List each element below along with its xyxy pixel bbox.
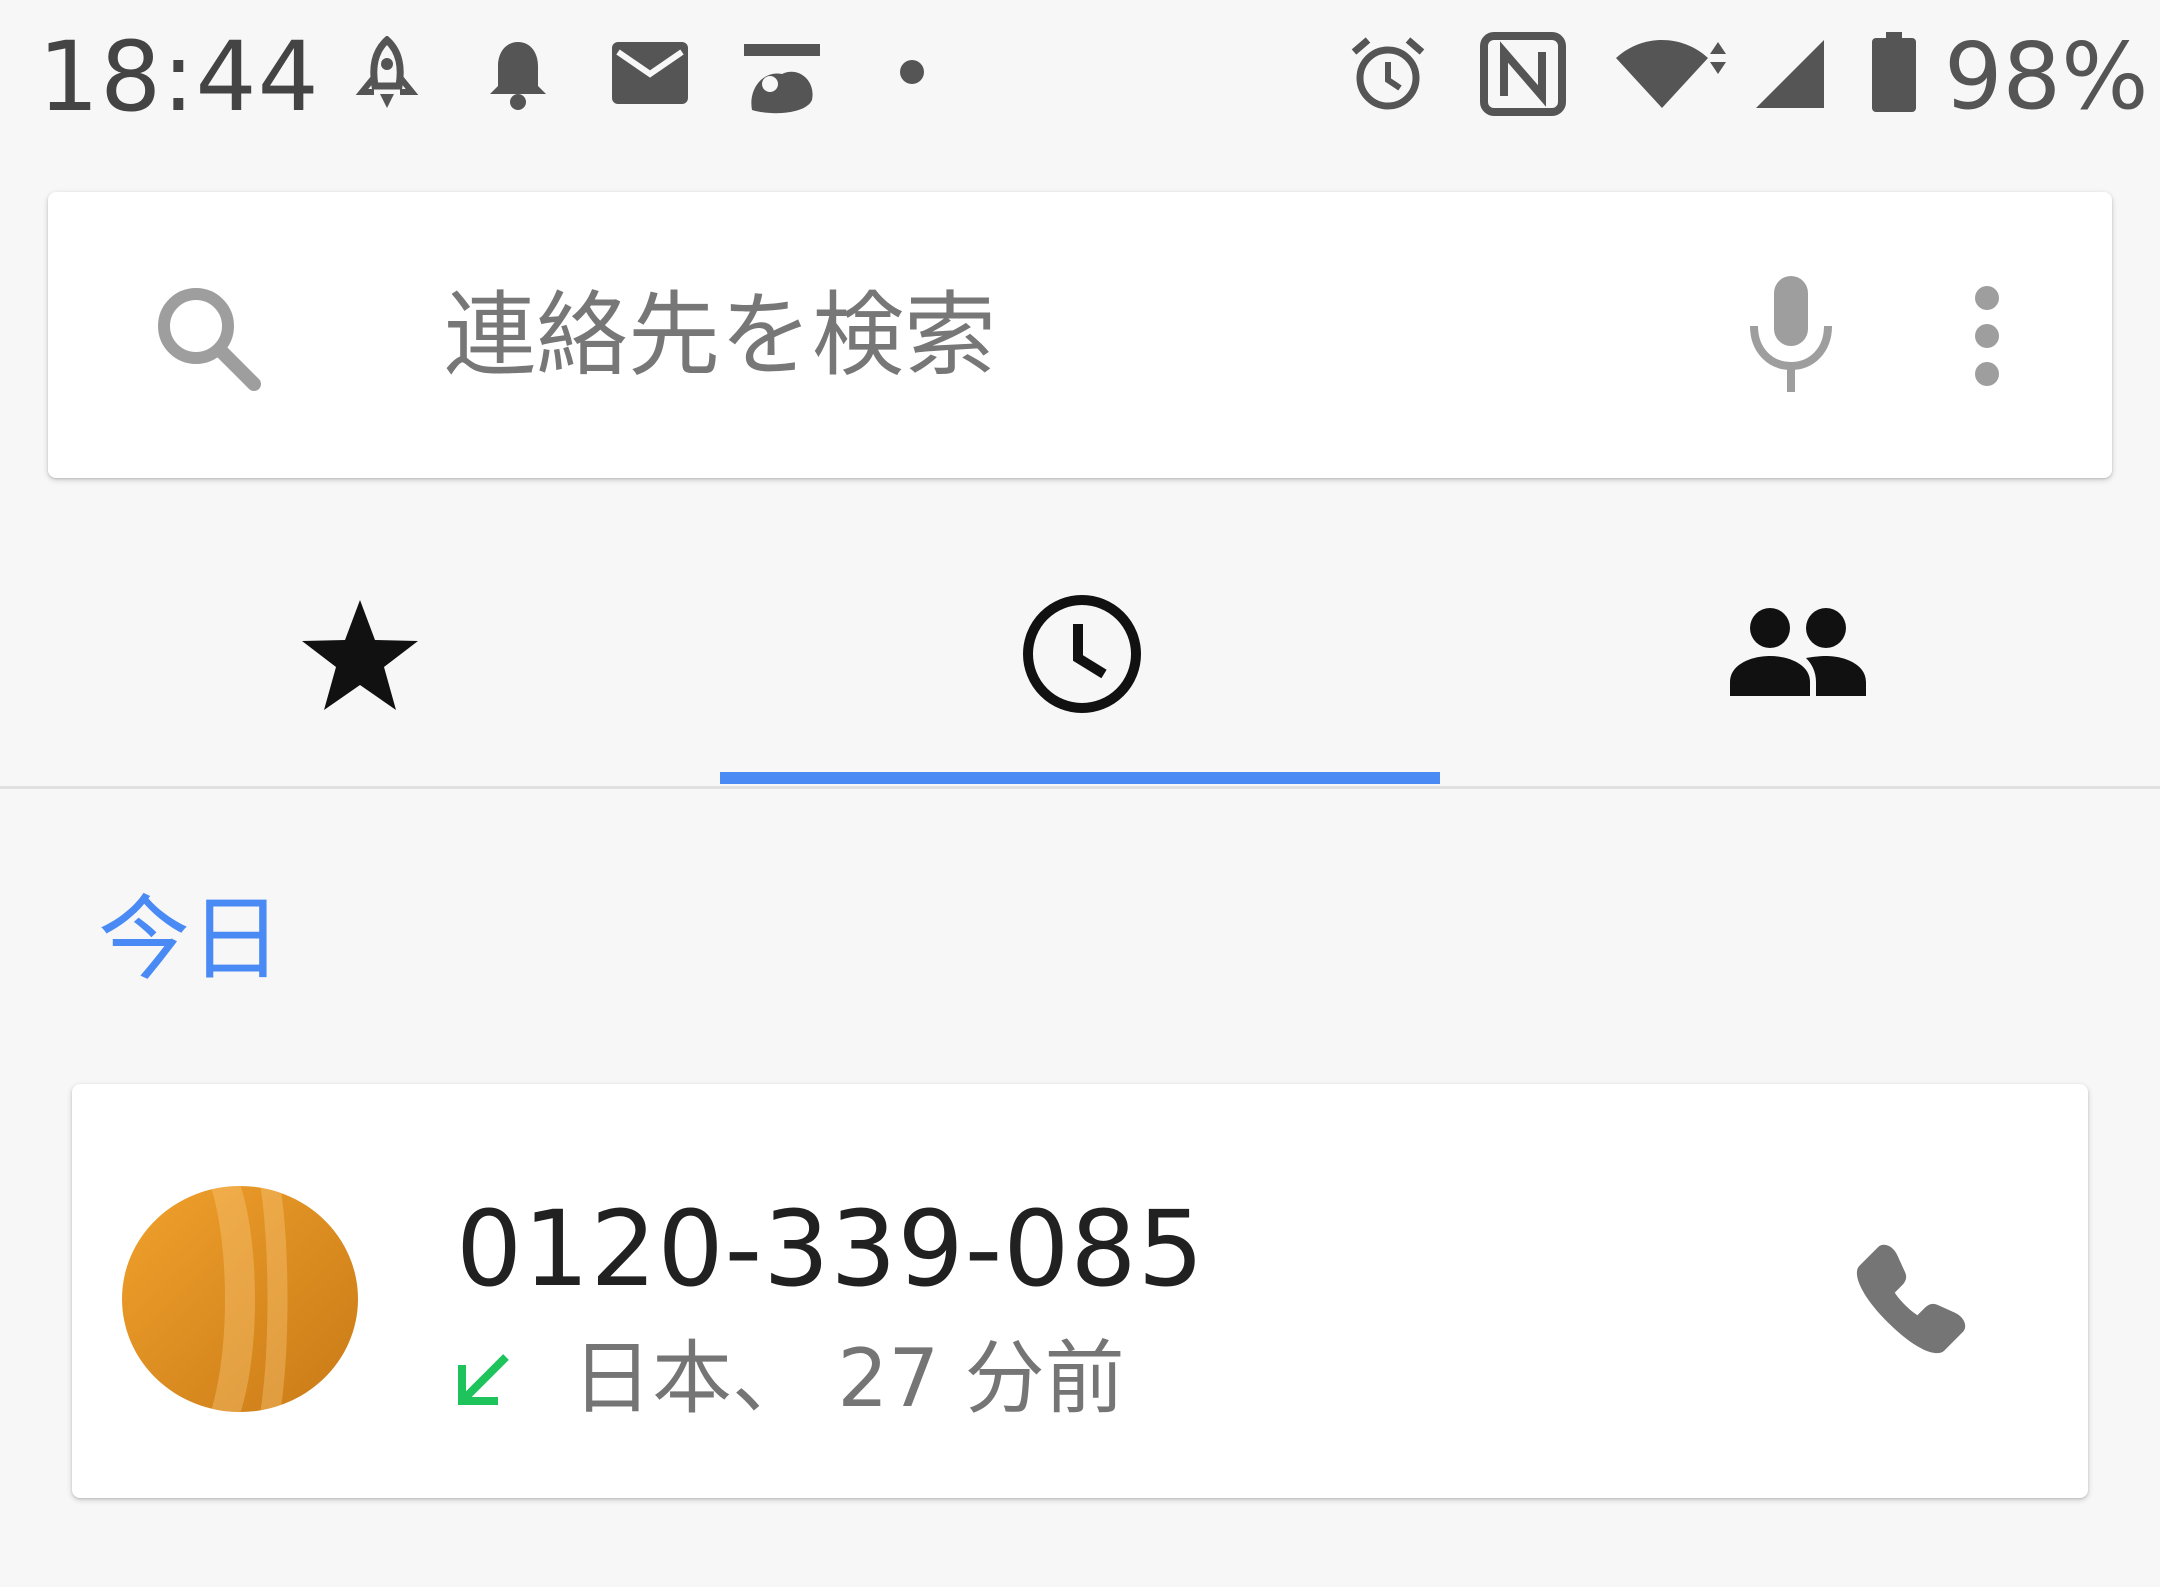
call-meta: 日本、 27 分前 [456, 1324, 1125, 1434]
star-icon [302, 600, 418, 710]
call-number: 0120-339-085 [456, 1188, 1205, 1310]
jmty-app-icon [744, 44, 820, 114]
dot-icon [900, 60, 924, 84]
mic-icon[interactable] [1744, 274, 1838, 394]
tab-recents[interactable] [720, 540, 1440, 786]
phone-icon[interactable] [1816, 1204, 2016, 1384]
incoming-call-icon [458, 1354, 509, 1405]
search-icon[interactable] [152, 282, 262, 392]
tab-bar [0, 540, 2160, 786]
search-input[interactable]: 連絡先を検索 [444, 276, 996, 396]
tab-contacts[interactable] [1440, 540, 2160, 786]
search-bar[interactable]: 連絡先を検索 [48, 192, 2112, 478]
bell-icon [490, 42, 546, 110]
nfc-icon [1480, 32, 1566, 116]
battery-percent: 98% [1944, 23, 2149, 130]
alarm-icon [1351, 37, 1425, 110]
call-log-item[interactable]: 0120-339-085 日本、 27 分前 [72, 1084, 2088, 1498]
status-time: 18:44 [38, 21, 320, 133]
call-meta-text: 日本、 27 分前 [572, 1332, 1125, 1425]
tab-indicator [720, 772, 1440, 784]
rocket-icon [355, 36, 419, 108]
clock-icon [1023, 595, 1141, 713]
signal-icon [1756, 40, 1824, 108]
wifi-icon [1616, 40, 1726, 108]
avatar[interactable] [120, 1184, 360, 1414]
tab-favorites[interactable] [0, 540, 720, 786]
tabs-divider [0, 786, 2160, 789]
people-icon [1730, 608, 1866, 696]
status-bar: 18:44 98% [0, 0, 2160, 150]
mail-icon [612, 42, 688, 104]
more-vert-icon[interactable] [1962, 284, 2012, 388]
battery-icon [1872, 32, 1916, 112]
section-header-today: 今日 [98, 886, 283, 993]
